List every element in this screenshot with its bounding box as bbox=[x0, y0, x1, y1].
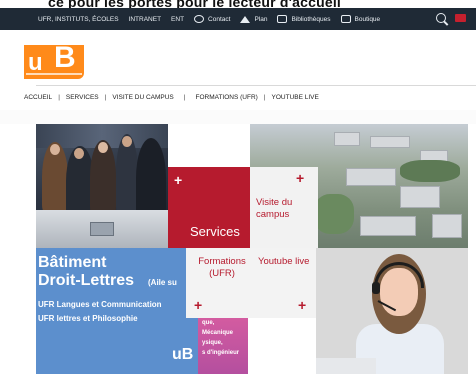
logo-letter-b: B bbox=[54, 41, 76, 74]
logo-underline bbox=[26, 73, 82, 75]
tile-youtube-live[interactable]: Youtube live + bbox=[252, 248, 316, 318]
banner-strip bbox=[0, 110, 476, 124]
overlay-text-line2: que, bbox=[202, 320, 215, 326]
head-shape bbox=[122, 136, 132, 147]
header-divider bbox=[36, 85, 476, 86]
topbar-contact-label: Contact bbox=[208, 15, 231, 23]
tile-formations[interactable]: Formations (UFR) + bbox=[186, 248, 252, 318]
batiment-title-line2: Droit-Lettres bbox=[38, 272, 135, 289]
nav-separator: | bbox=[58, 94, 60, 101]
nav-separator: | bbox=[263, 94, 266, 101]
topbar-link-intranet[interactable]: INTRANET bbox=[129, 16, 162, 23]
topbar-boutique-label: Boutique bbox=[354, 15, 381, 23]
nav-separator: | bbox=[183, 94, 186, 101]
head-shape bbox=[74, 148, 84, 159]
person-shape bbox=[136, 138, 166, 218]
topbar-link-intranet-label: INTRANET bbox=[128, 15, 162, 23]
chat-bubble-icon bbox=[194, 15, 205, 23]
tile-visite-label: Visite du campus bbox=[256, 197, 293, 220]
main-nav: ACCUEIL | SERVICES | VISITE DU CAMPUS | … bbox=[24, 94, 319, 101]
topbar-plan-label: Plan bbox=[254, 15, 268, 23]
logo-letter-u: u bbox=[28, 49, 43, 76]
nav-item-youtube[interactable]: YOUTUBE LIVE bbox=[272, 94, 319, 101]
building-shape bbox=[370, 136, 410, 148]
building-shape bbox=[432, 214, 462, 238]
page-root: ce pour les portes pour le lecteur d'acc… bbox=[0, 0, 476, 374]
tiles-grid: + Services + Visite du campus Bâtiment D… bbox=[36, 124, 468, 374]
shop-icon bbox=[340, 15, 351, 23]
ub-logo[interactable]: u B bbox=[24, 41, 84, 79]
building-shape bbox=[346, 168, 396, 186]
overlay-text-line4: ysique, bbox=[202, 340, 223, 346]
search-icon[interactable] bbox=[436, 13, 446, 23]
batiment-aside: (Aile su bbox=[148, 278, 177, 287]
topbar-link-ufr[interactable]: UFR, INSTITUTS, ÉCOLES bbox=[38, 16, 119, 23]
language-flag-icon[interactable] bbox=[455, 14, 466, 22]
topbar-link-ent[interactable]: ENT bbox=[171, 16, 184, 23]
earpiece-shape bbox=[372, 282, 380, 294]
tile-services[interactable]: + Services bbox=[168, 167, 250, 249]
overlay-text-line3: Mécanique bbox=[202, 330, 234, 336]
tile-services-label: Services bbox=[190, 224, 240, 239]
plus-icon: + bbox=[298, 297, 307, 313]
plus-icon: + bbox=[194, 297, 203, 313]
topbar-link-contact[interactable]: Contact bbox=[194, 15, 230, 23]
tile-formations-label: Formations (UFR) bbox=[198, 256, 246, 279]
topbar-link-boutique[interactable]: Boutique bbox=[340, 15, 381, 23]
topbar-link-plan[interactable]: Plan bbox=[240, 15, 268, 23]
ub-mark-logo: uB bbox=[172, 346, 194, 363]
batiment-title-line1: Bâtiment bbox=[38, 254, 107, 271]
building-shape bbox=[334, 132, 360, 146]
nav-item-accueil[interactable]: ACCUEIL bbox=[24, 94, 52, 101]
topbar-link-bibliotheques[interactable]: Bibliothèques bbox=[277, 15, 331, 23]
top-bar: UFR, INSTITUTS, ÉCOLES INTRANET ENT Cont… bbox=[0, 8, 476, 30]
laptop-shape bbox=[316, 358, 376, 374]
plus-icon: + bbox=[296, 170, 305, 186]
tile-photo-helpdesk[interactable] bbox=[316, 248, 468, 374]
tree-cluster-shape bbox=[314, 194, 354, 234]
head-shape bbox=[98, 142, 108, 153]
nav-item-services[interactable]: SERVICES bbox=[66, 94, 99, 101]
building-shape bbox=[400, 186, 440, 208]
topbar-link-ent-label: ENT bbox=[171, 15, 185, 23]
nav-item-formations[interactable]: FORMATIONS (UFR) bbox=[195, 94, 257, 101]
head-shape bbox=[50, 144, 60, 155]
tile-photo-library[interactable] bbox=[36, 124, 168, 248]
nav-item-visite[interactable]: VISITE DU CAMPUS bbox=[112, 94, 173, 101]
plus-icon: + bbox=[174, 172, 183, 188]
topbar-bibliotheques-label: Bibliothèques bbox=[291, 15, 331, 23]
overlay-text-line5: s d'ingénieur bbox=[202, 350, 240, 356]
building-shape bbox=[360, 216, 416, 236]
batiment-ufr-line2: UFR lettres et Philosophie bbox=[38, 314, 138, 323]
book-icon bbox=[277, 15, 288, 23]
tile-youtube-label: Youtube live bbox=[258, 256, 310, 267]
tile-batiment-droit-lettres[interactable]: Bâtiment Droit-Lettres (Aile su UFR Lang… bbox=[36, 248, 198, 374]
batiment-ufr-line1: UFR Langues et Communication bbox=[38, 300, 162, 309]
nav-separator: | bbox=[104, 94, 107, 101]
tree-cluster-shape bbox=[400, 160, 460, 182]
tile-visite-campus[interactable]: + Visite du campus bbox=[250, 167, 318, 249]
laptop-shape bbox=[90, 222, 114, 236]
map-pin-icon bbox=[240, 15, 251, 23]
topbar-link-ufr-label: UFR, INSTITUTS, ÉCOLES bbox=[38, 15, 119, 23]
